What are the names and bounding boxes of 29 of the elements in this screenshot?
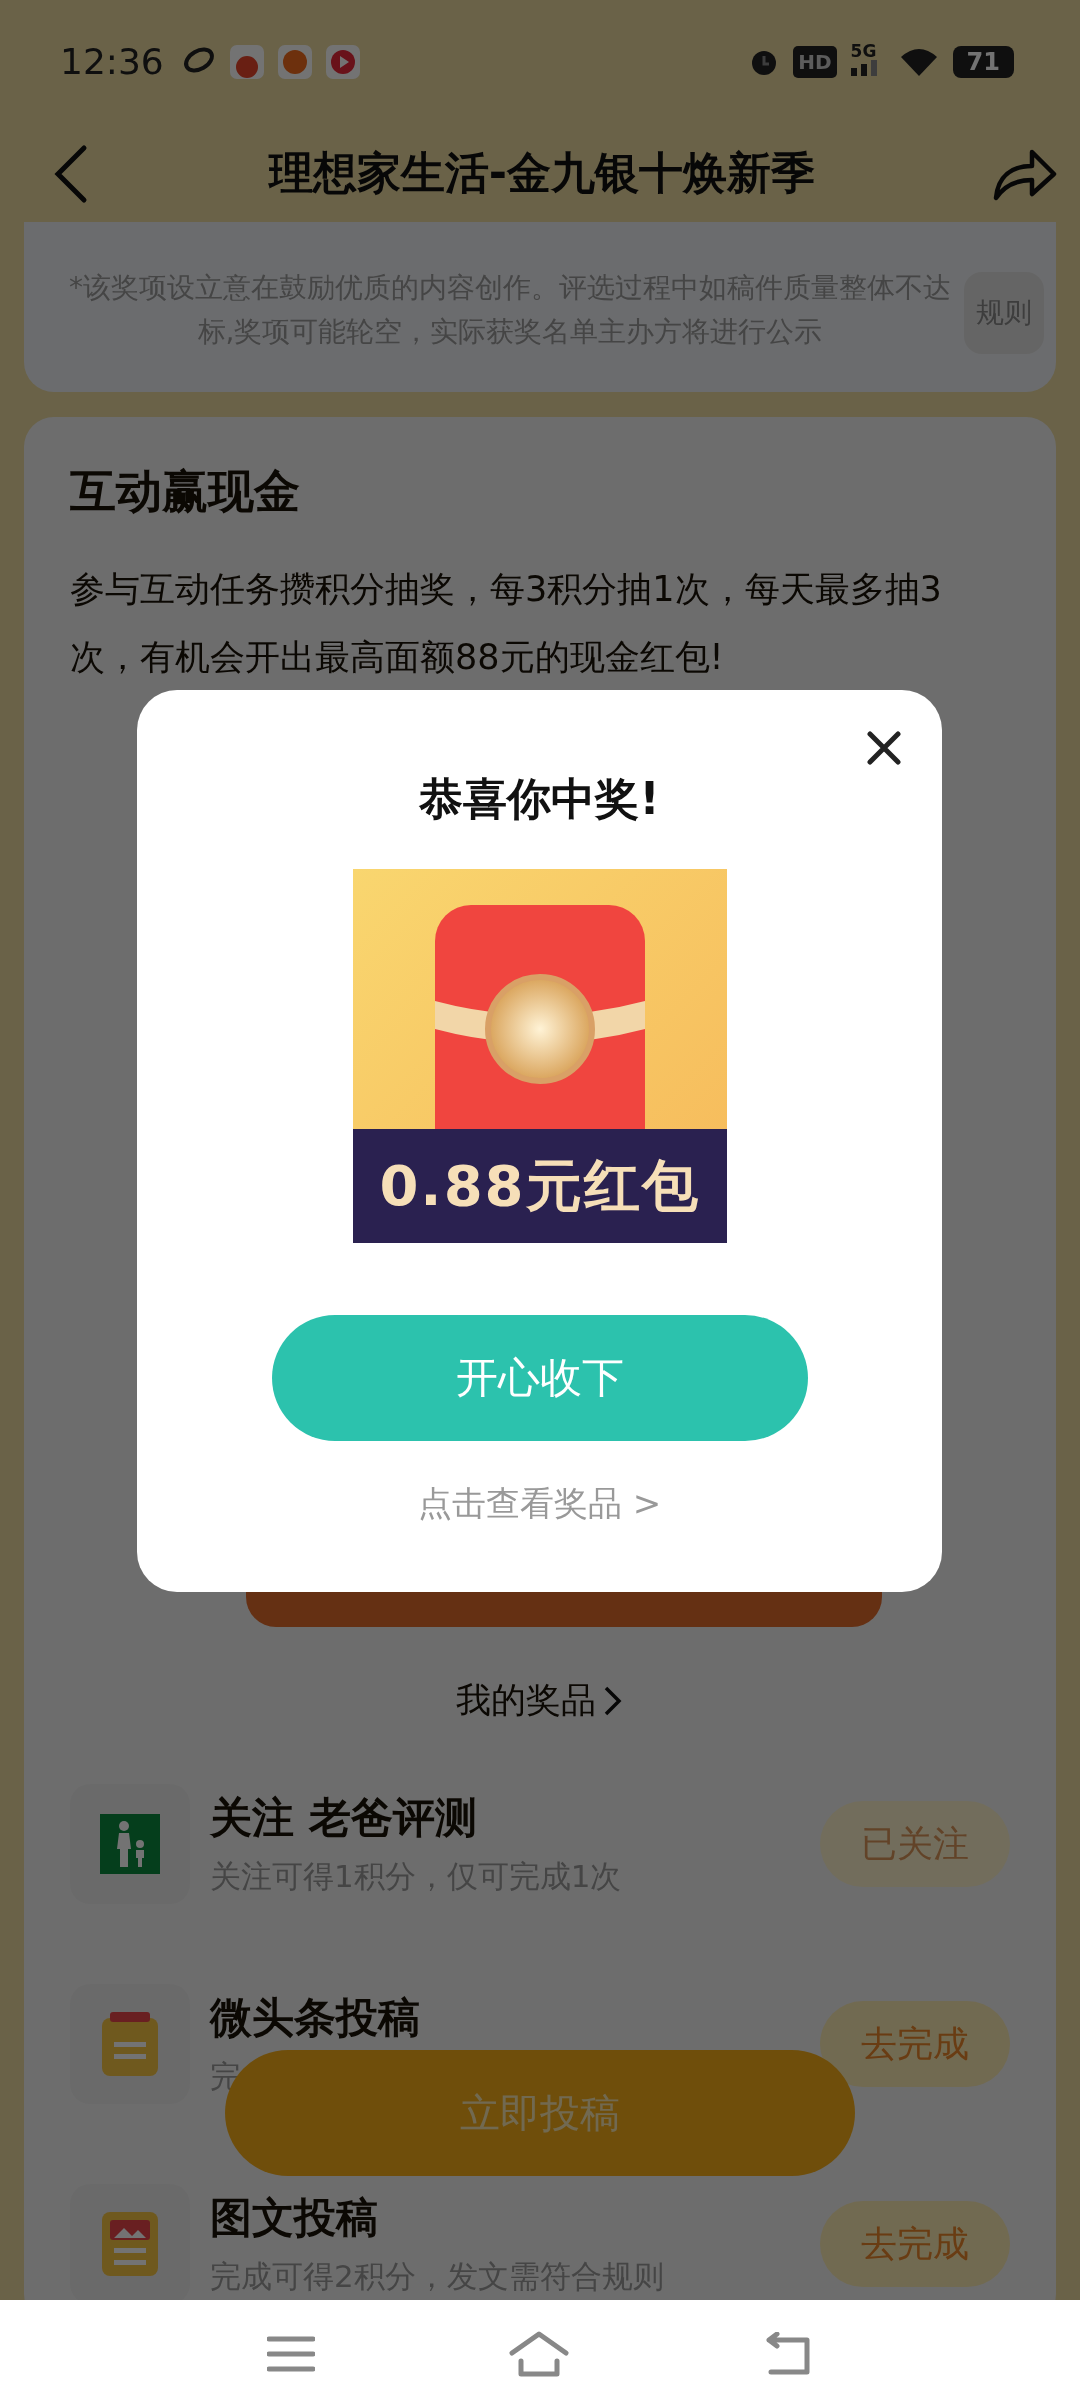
my-prizes-link[interactable]: 我的奖品	[456, 1677, 596, 1724]
dialog-title: 恭喜你中奖!	[419, 772, 660, 826]
task-button[interactable]: 去完成	[820, 2201, 1010, 2287]
close-icon[interactable]	[866, 730, 902, 766]
task-button[interactable]: 去完成	[820, 2001, 1010, 2087]
view-prize-link[interactable]: 点击查看奖品 >	[417, 1481, 662, 1527]
app-icon	[277, 45, 312, 79]
task-title: 微头条投稿	[210, 1992, 421, 2044]
task-title: 关注 老爸评测	[210, 1792, 478, 1844]
home-icon[interactable]	[509, 2331, 569, 2377]
note-icon	[102, 2012, 158, 2076]
prize-label: 0.88元红包	[378, 1152, 701, 1220]
status-time: 12:36	[60, 40, 164, 84]
back-nav-icon[interactable]	[763, 2332, 813, 2376]
video-app-icon	[325, 45, 360, 79]
accept-button[interactable]: 开心收下	[271, 1315, 808, 1441]
leaf-icon	[181, 45, 216, 75]
article-icon	[102, 2212, 158, 2276]
battery-indicator: 71	[952, 46, 1014, 78]
hd-indicator: HD	[793, 46, 837, 78]
task-title: 图文投稿	[210, 2192, 379, 2244]
network-label: 5G	[850, 42, 878, 60]
app-icon	[229, 45, 264, 79]
wifi-icon	[898, 47, 939, 77]
parent-child-icon	[100, 1814, 160, 1874]
page-title: 理想家生活-金九银十焕新季	[267, 146, 817, 200]
menu-icon[interactable]	[267, 2334, 315, 2374]
section-title: 互动赢现金	[70, 463, 301, 520]
section-description: 参与互动任务攒积分抽奖，每3积分抽1次，每天最多抽3次，有机会开出最高面额88元的现金红包!	[70, 568, 943, 679]
